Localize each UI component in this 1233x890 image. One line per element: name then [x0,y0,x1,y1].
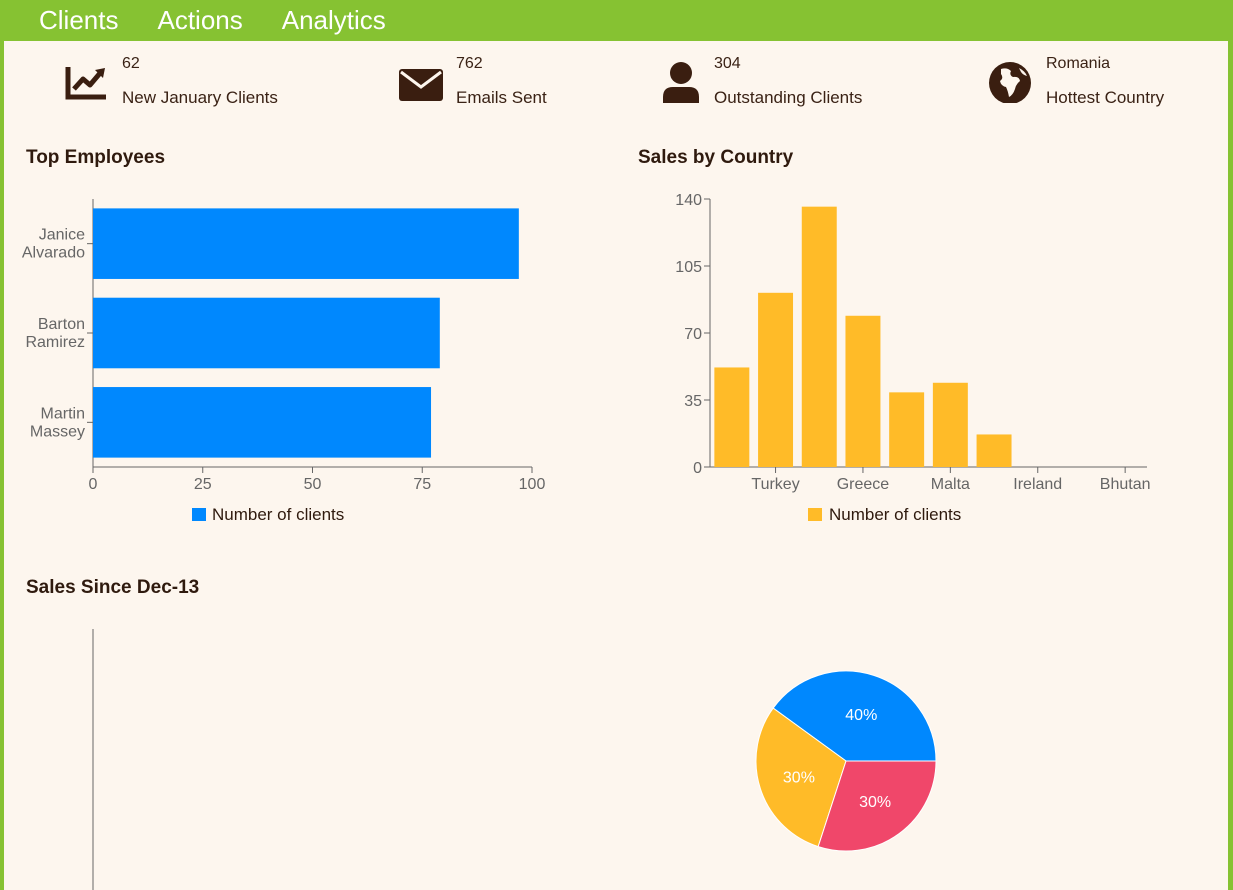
y-tick-label: 70 [684,326,702,343]
x-tick-label: Bhutan [1100,476,1151,493]
kpi-label: New January Clients [122,88,278,107]
top-nav: Clients Actions Analytics [0,0,1233,41]
dashboard-panel: 62 New January Clients 762 Emails Sent 3… [4,41,1228,890]
y-tick-label: 35 [684,393,702,410]
x-tick-label: 100 [519,476,546,493]
y-tick-label: 0 [693,460,702,477]
legend-label: Number of clients [212,505,344,524]
globe-icon [989,62,1031,103]
pie-chart: 40% 30% 30% [755,670,937,852]
kpi-value: 62 [122,55,140,72]
kpi-value: 304 [714,55,741,72]
x-tick-label: 75 [413,476,431,493]
x-tick-label: Greece [837,476,890,493]
y-tick-label: 105 [675,259,702,276]
y-tick-label: Barton Ramirez [25,316,85,351]
nav-actions[interactable]: Actions [157,0,242,41]
x-tick-label: 50 [304,476,322,493]
bar [93,208,519,279]
pie-slice-label: 30% [859,794,891,811]
legend-label: Number of clients [829,505,961,524]
bar [845,315,881,467]
x-tick-label: Turkey [751,476,799,493]
bar [976,434,1012,467]
legend-swatch [192,508,206,521]
user-icon [663,62,699,103]
bar [932,382,968,467]
x-tick-label: Malta [931,476,970,493]
kpi-label: Emails Sent [456,88,547,107]
kpi-value: 762 [456,55,483,72]
bar [93,387,432,458]
kpi-label: Hottest Country [1046,88,1165,107]
top-employees-chart: Janice Alvarado Barton Ramirez Martin Massey 0… [22,199,546,524]
bar [801,206,837,467]
y-tick-label: Janice Alvarado [22,227,85,262]
bar [93,297,440,369]
section-title-sales-since: Sales Since Dec-13 [26,577,200,598]
sales-since-chart [92,629,94,890]
bar [889,392,925,467]
y-tick-label: Martin Massey [30,405,85,440]
x-tick-label: Ireland [1013,476,1062,493]
trending-chart-icon [65,67,106,100]
pie-slice-label: 30% [783,769,815,786]
section-title-sales-by-country: Sales by Country [638,147,794,168]
sales-by-country-chart: 0 35 70 105 140 Turkey Greece Malta Ireland Bhuta… [675,192,1151,524]
kpi-value: Romania [1046,55,1111,72]
section-title-top-employees: Top Employees [26,147,166,168]
nav-analytics[interactable]: Analytics [282,0,386,41]
envelope-icon [399,69,443,101]
bar [714,367,750,467]
kpi-label: Outstanding Clients [714,88,863,107]
nav-clients[interactable]: Clients [39,0,118,41]
bar [758,292,794,467]
legend-swatch [808,508,822,521]
pie-slice-label: 40% [845,707,877,724]
y-tick-label: 140 [675,192,702,209]
x-tick-label: 25 [194,476,212,493]
x-tick-label: 0 [89,476,98,493]
